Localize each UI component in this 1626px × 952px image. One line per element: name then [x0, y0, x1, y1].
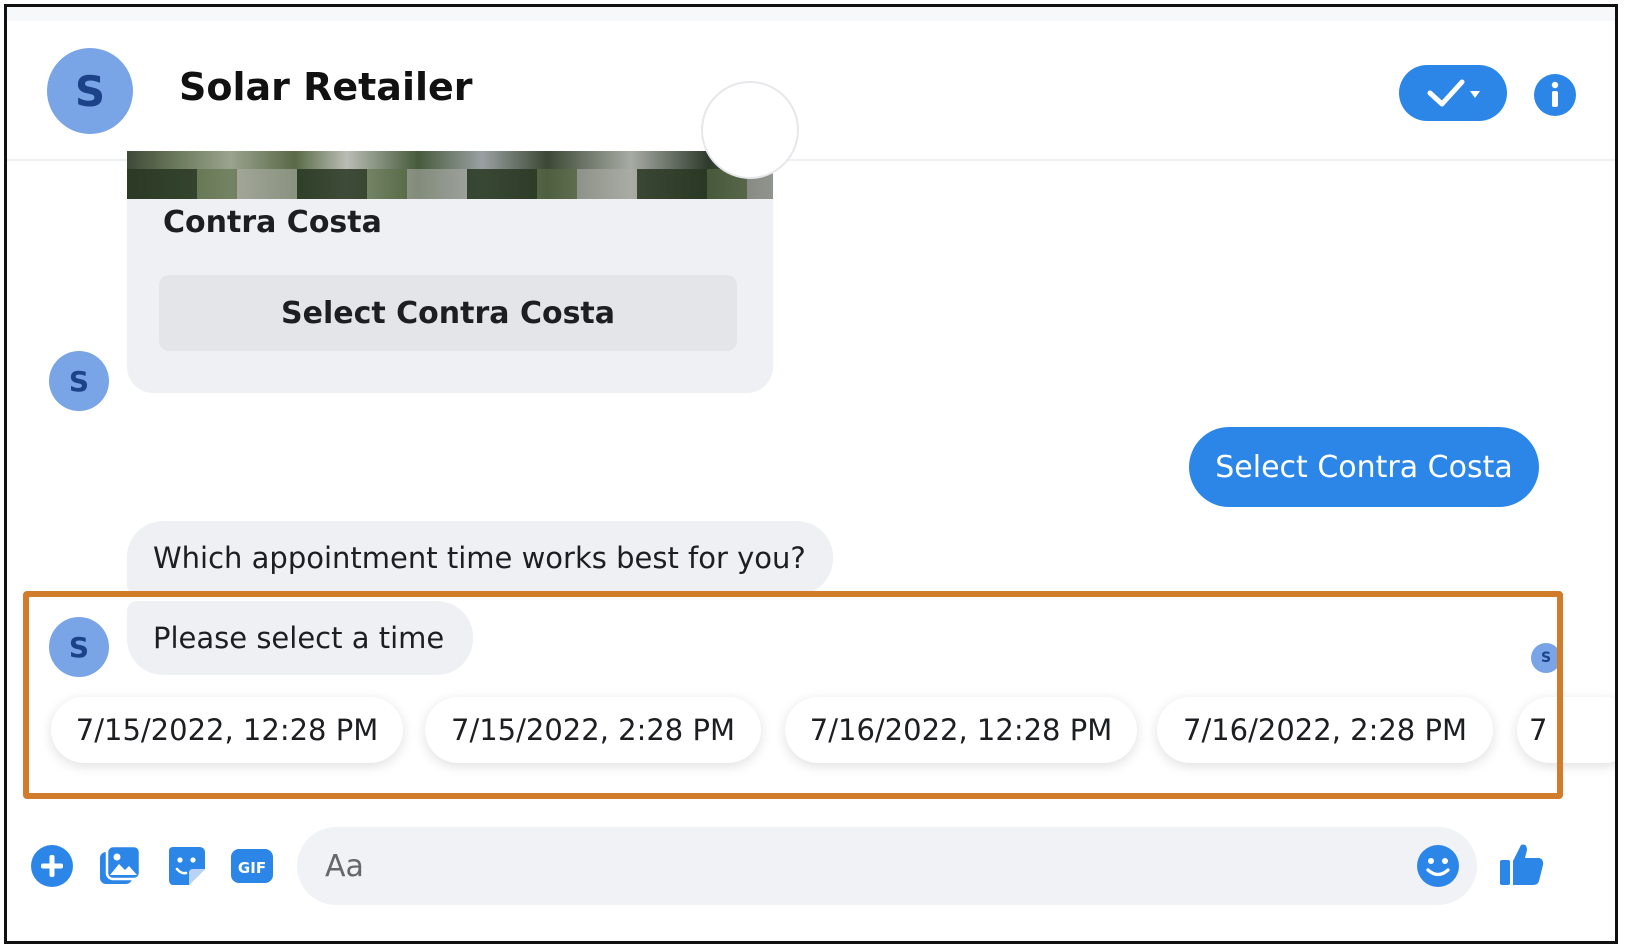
outgoing-message: Select Contra Costa	[1189, 427, 1539, 507]
status-dropdown-button[interactable]	[1399, 65, 1507, 121]
image-gallery-icon[interactable]	[97, 843, 143, 889]
quick-reply-time-partial[interactable]: 7	[1517, 697, 1615, 763]
svg-text:GIF: GIF	[238, 859, 266, 877]
thumbs-up-icon[interactable]	[1497, 839, 1547, 889]
quick-reply-time[interactable]: 7/15/2022, 12:28 PM	[51, 697, 403, 763]
smiley-icon[interactable]	[1415, 843, 1461, 889]
plus-circle-icon[interactable]	[29, 843, 75, 889]
quick-reply-time[interactable]: 7/16/2022, 2:28 PM	[1157, 697, 1493, 763]
page-avatar[interactable]: S	[47, 48, 133, 134]
message-input-wrapper	[297, 827, 1477, 905]
messenger-window: S Solar Retailer Contra Costa Select Con…	[4, 4, 1618, 944]
info-icon[interactable]	[1533, 73, 1577, 117]
gif-icon[interactable]: GIF	[229, 843, 275, 889]
top-strip	[7, 7, 1615, 21]
sender-avatar: S	[49, 351, 109, 411]
quick-reply-time[interactable]: 7/15/2022, 2:28 PM	[425, 697, 761, 763]
incoming-message-question: Which appointment time works best for yo…	[127, 521, 833, 595]
quick-reply-time[interactable]: 7/16/2022, 12:28 PM	[785, 697, 1137, 763]
sender-avatar: S	[49, 617, 109, 677]
seen-indicator-avatar: S	[1531, 643, 1561, 673]
message-input[interactable]	[323, 847, 1407, 885]
page-title: Solar Retailer	[179, 65, 473, 109]
composer-bar: GIF	[7, 813, 1615, 923]
sticker-icon[interactable]	[163, 843, 209, 889]
incoming-message-prompt: Please select a time	[127, 601, 473, 675]
card-image	[127, 151, 773, 199]
select-contra-costa-button[interactable]: Select Contra Costa	[159, 275, 737, 351]
chat-header: S Solar Retailer	[7, 21, 1615, 161]
check-dropdown-icon	[1427, 79, 1480, 107]
conversation: Contra Costa Select Contra Costa S Selec…	[7, 81, 1615, 851]
location-card: Contra Costa Select Contra Costa	[127, 151, 773, 393]
card-title: Contra Costa	[163, 205, 382, 240]
card-image-corner	[701, 81, 799, 179]
